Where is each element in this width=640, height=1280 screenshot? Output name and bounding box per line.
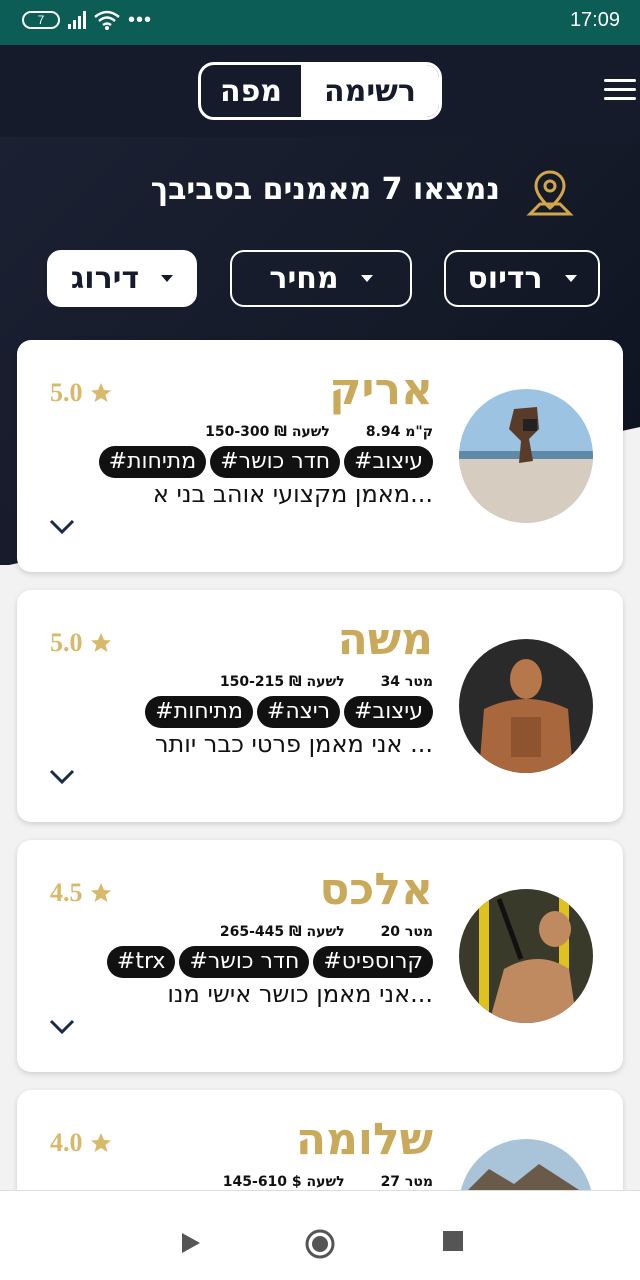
wifi-icon bbox=[94, 10, 120, 30]
trainer-avatar bbox=[459, 889, 593, 1023]
results-summary: נמצאו 7 מאמנים בסביבך bbox=[150, 172, 500, 207]
view-toggle: מפה רשימה bbox=[198, 62, 442, 120]
chevron-down-icon[interactable] bbox=[49, 1018, 75, 1036]
caret-down-icon bbox=[161, 275, 174, 282]
trainer-rating: 4.5 bbox=[50, 878, 113, 908]
filter-radius-dropdown[interactable]: רדיוס bbox=[444, 250, 600, 307]
trainer-distance: 34 מטר bbox=[380, 674, 433, 690]
status-time: 17:09 bbox=[569, 9, 620, 31]
tab-list[interactable]: רשימה bbox=[301, 65, 439, 117]
trainer-avatar bbox=[459, 389, 593, 523]
trainer-rating: 5.0 bbox=[50, 378, 113, 408]
tag[interactable]: #חדר כושר bbox=[179, 946, 310, 978]
more-notifications-icon: ••• bbox=[128, 9, 153, 31]
trainer-meta: 265-445 ₪ לשעה 20 מטר bbox=[220, 924, 433, 940]
trainer-rating: 4.0 bbox=[50, 1128, 113, 1158]
hamburger-menu-icon[interactable] bbox=[604, 79, 636, 103]
trainer-distance: 8.94 ק"מ bbox=[365, 424, 433, 440]
trainer-card[interactable]: שלומה 4.0 145-610 $ לשעה 27 מטר bbox=[17, 1090, 623, 1190]
trainer-distance: 27 מטר bbox=[380, 1174, 433, 1190]
tag[interactable]: #עיצוב bbox=[344, 446, 433, 478]
chevron-down-icon[interactable] bbox=[49, 518, 75, 536]
status-bar: 7 ••• 17:09 bbox=[0, 0, 640, 45]
home-icon[interactable] bbox=[305, 1229, 335, 1259]
tag[interactable]: #מתיחות bbox=[145, 696, 253, 728]
trainer-name: אריק bbox=[329, 364, 433, 415]
tag-list: #קרוספיט #חדר כושר #trx bbox=[106, 946, 433, 978]
star-icon bbox=[90, 1133, 111, 1152]
tag-list: #עיצוב #ריצה #מתיחות bbox=[145, 696, 433, 728]
trainer-price: 265-445 ₪ לשעה bbox=[219, 924, 345, 940]
star-icon bbox=[90, 383, 111, 402]
tag[interactable]: #trx bbox=[106, 946, 176, 978]
trainer-description: אני מאמן פרטי כבר יותר ... bbox=[154, 730, 433, 758]
back-icon[interactable] bbox=[180, 1231, 202, 1255]
trainer-name: שלומה bbox=[295, 1114, 433, 1165]
system-nav-bar bbox=[0, 1190, 640, 1280]
tag[interactable]: #מתיחות bbox=[98, 446, 207, 478]
signal-icon bbox=[68, 11, 86, 29]
battery-icon: 7 bbox=[22, 11, 60, 29]
trainer-card[interactable]: אריק 5.0 150-300 ₪ לשעה 8.94 ק"מ #עיצוב … bbox=[17, 340, 623, 572]
trainer-avatar bbox=[459, 639, 593, 773]
trainer-price: 150-300 ₪ לשעה bbox=[205, 424, 330, 440]
trainer-rating: 5.0 bbox=[50, 628, 113, 658]
filter-rating-label: דירוג bbox=[70, 261, 140, 296]
trainer-distance: 20 מטר bbox=[380, 924, 433, 940]
location-pin-icon bbox=[526, 170, 574, 216]
filter-rating-dropdown[interactable]: דירוג bbox=[47, 250, 197, 307]
trainer-meta: 150-300 ₪ לשעה 8.94 ק"מ bbox=[205, 424, 433, 440]
star-icon bbox=[90, 883, 111, 902]
trainer-price: 145-610 $ לשעה bbox=[222, 1174, 345, 1190]
trainer-description: אני מאמן כושר אישי מנו... bbox=[167, 980, 433, 1008]
trainer-name: אלכס bbox=[319, 864, 433, 915]
tag[interactable]: #ריצה bbox=[256, 696, 341, 728]
trainer-description: מאמן מקצועי אוהב בני א... bbox=[152, 480, 433, 508]
rating-value: 4.5 bbox=[50, 878, 83, 907]
filter-price-label: מחיר bbox=[269, 261, 339, 296]
trainer-card[interactable]: משה 5.0 150-215 ₪ לשעה 34 מטר #עיצוב #רי… bbox=[17, 590, 623, 822]
trainer-meta: 150-215 ₪ לשעה 34 מטר bbox=[220, 674, 433, 690]
trainer-card[interactable]: אלכס 4.5 265-445 ₪ לשעה 20 מטר #קרוספיט … bbox=[17, 840, 623, 1072]
rating-value: 5.0 bbox=[50, 378, 83, 407]
tab-map[interactable]: מפה bbox=[201, 65, 301, 117]
tag[interactable]: #עיצוב bbox=[344, 696, 433, 728]
caret-down-icon bbox=[360, 275, 373, 282]
star-icon bbox=[90, 633, 111, 652]
filter-price-dropdown[interactable]: מחיר bbox=[230, 250, 412, 307]
tag-list: #עיצוב #חדר כושר #מתיחות bbox=[98, 446, 433, 478]
tag[interactable]: #קרוספיט bbox=[313, 946, 433, 978]
filter-radius-label: רדיוס bbox=[467, 261, 543, 296]
trainer-avatar bbox=[459, 1139, 593, 1190]
chevron-down-icon[interactable] bbox=[49, 768, 75, 786]
rating-value: 5.0 bbox=[50, 628, 83, 657]
tag[interactable]: #חדר כושר bbox=[210, 446, 341, 478]
caret-down-icon bbox=[564, 275, 577, 282]
trainer-meta: 145-610 $ לשעה 27 מטר bbox=[223, 1174, 433, 1190]
trainer-price: 150-215 ₪ לשעה bbox=[219, 674, 345, 690]
recent-apps-icon[interactable] bbox=[443, 1231, 463, 1251]
status-icons: 7 ••• bbox=[22, 10, 152, 30]
rating-value: 4.0 bbox=[50, 1128, 83, 1157]
trainer-name: משה bbox=[337, 614, 433, 665]
